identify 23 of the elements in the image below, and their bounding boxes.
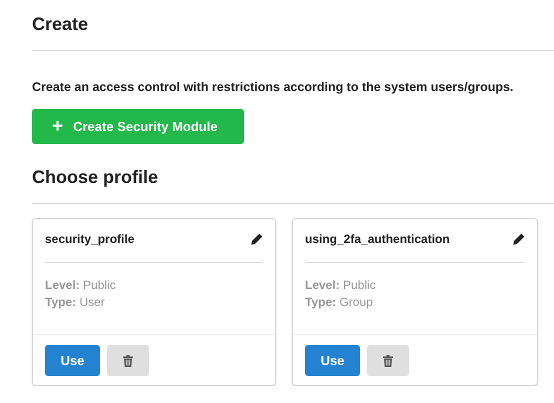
profile-name: using_2fa_authentication <box>305 232 450 246</box>
delete-button[interactable] <box>367 345 409 376</box>
use-button[interactable]: Use <box>45 345 100 376</box>
use-button[interactable]: Use <box>305 345 360 376</box>
field-label: Type: <box>45 295 76 309</box>
field-value: User <box>79 295 105 309</box>
field-value: Group <box>339 295 373 309</box>
pencil-icon[interactable] <box>250 232 263 246</box>
field-value: Public <box>343 278 376 292</box>
field-value: Public <box>83 278 116 292</box>
trash-icon <box>383 354 393 366</box>
plus-icon: + <box>52 117 64 136</box>
description-text: Create an access control with restrictions according to the system users/groups. <box>32 80 514 94</box>
profile-name: security_profile <box>45 232 134 246</box>
field-label: Level: <box>305 278 340 292</box>
delete-button[interactable] <box>107 345 149 376</box>
field-label: Level: <box>45 278 80 292</box>
field-label: Type: <box>305 295 336 309</box>
create-security-module-button[interactable]: + Create Security Module <box>32 109 244 144</box>
pencil-icon[interactable] <box>512 232 525 246</box>
section-heading: Create <box>32 14 88 35</box>
trash-icon <box>123 354 133 366</box>
section-heading: Choose profile <box>32 167 158 188</box>
